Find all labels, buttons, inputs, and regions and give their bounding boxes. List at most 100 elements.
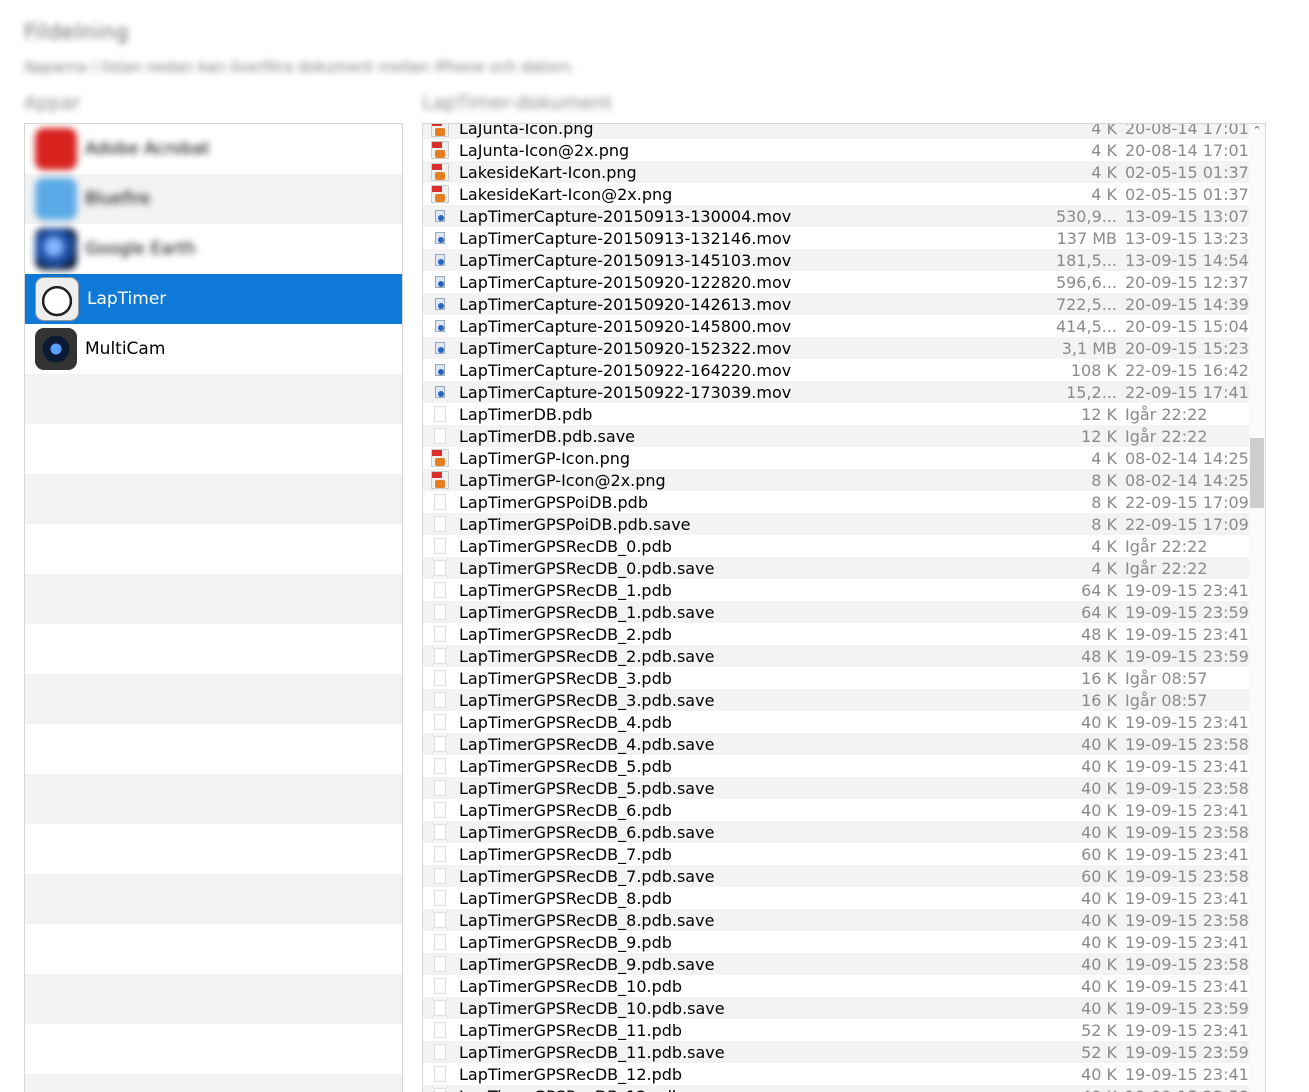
- file-size: 40 K: [1081, 998, 1117, 1018]
- file-name: LapTimerGPSRecDB_4.pdb: [459, 712, 672, 732]
- file-row[interactable]: LapTimerGPSRecDB_4.pdb 40 K 19-09-15 23:41: [423, 711, 1249, 733]
- documents-list-panel: LaJunta-Icon.png 4 K 20-08-14 17:01 LaJunta…: [422, 123, 1266, 1092]
- file-row[interactable]: LapTimerCapture-20150920-142613.mov 722,5…: [423, 293, 1249, 315]
- file-name: LaJunta-Icon@2x.png: [459, 140, 630, 160]
- file-size: 530,9...: [1055, 206, 1117, 226]
- file-row[interactable]: LapTimerGPSRecDB_1.pdb 64 K 19-09-15 23:41: [423, 579, 1249, 601]
- file-row[interactable]: LapTimerGPSRecDB_10.pdb.save 40 K 19-09-15…: [423, 997, 1249, 1019]
- file-row[interactable]: LapTimerGPSRecDB_2.pdb.save 48 K 19-09-15 …: [423, 645, 1249, 667]
- file-row[interactable]: LapTimerGPSRecDB_9.pdb.save 40 K 19-09-15 …: [423, 953, 1249, 975]
- app-item-laptimer[interactable]: LapTimer: [25, 274, 402, 324]
- file-row[interactable]: LapTimerCapture-20150913-132146.mov 137 M…: [423, 227, 1249, 249]
- file-row[interactable]: LapTimerGPSRecDB_11.pdb.save 52 K 19-09-15…: [423, 1041, 1249, 1063]
- document-icon: [431, 801, 449, 819]
- file-date: 22-09-15 17:41: [1125, 382, 1249, 402]
- file-row[interactable]: LapTimerGPSRecDB_11.pdb 52 K 19-09-15 23:4…: [423, 1019, 1249, 1041]
- file-row[interactable]: LapTimerCapture-20150913-130004.mov 530,9…: [423, 205, 1249, 227]
- apps-list: Adobe Acrobat Bluefire Google Earth LapTime…: [24, 123, 403, 1092]
- movie-file-icon: [431, 229, 449, 247]
- file-date: 20-09-15 15:04: [1125, 316, 1249, 336]
- file-date: 20-08-14 17:01: [1125, 123, 1249, 138]
- movie-file-icon: [431, 361, 449, 379]
- file-size: 4 K: [1091, 558, 1117, 578]
- file-date: 19-09-15 23:41: [1125, 1064, 1249, 1084]
- document-icon: [431, 735, 449, 753]
- file-row[interactable]: LaJunta-Icon@2x.png 4 K 20-08-14 17:01: [423, 139, 1249, 161]
- file-row[interactable]: LapTimerCapture-20150922-173039.mov 15,2.…: [423, 381, 1249, 403]
- scrollbar-thumb[interactable]: [1250, 438, 1264, 508]
- app-label: MultiCam: [85, 339, 166, 359]
- file-row[interactable]: LapTimerGP-Icon.png 4 K 08-02-14 14:25: [423, 447, 1249, 469]
- document-icon: [431, 889, 449, 907]
- empty-row: [25, 674, 402, 724]
- document-icon: [431, 933, 449, 951]
- file-row[interactable]: LakesideKart-Icon.png 4 K 02-05-15 01:37: [423, 161, 1249, 183]
- file-row[interactable]: LapTimerDB.pdb 12 K Igår 22:22: [423, 403, 1249, 425]
- file-name: LapTimerCapture-20150920-142613.mov: [459, 294, 792, 314]
- scroll-up-icon[interactable]: ⌃: [1250, 124, 1264, 138]
- file-row[interactable]: LapTimerDB.pdb.save 12 K Igår 22:22: [423, 425, 1249, 447]
- file-row[interactable]: LapTimerGP-Icon@2x.png 8 K 08-02-14 14:25: [423, 469, 1249, 491]
- file-date: 19-09-15 23:41: [1125, 712, 1249, 732]
- file-row[interactable]: LapTimerGPSRecDB_5.pdb 40 K 19-09-15 23:41: [423, 755, 1249, 777]
- file-date: 19-09-15 23:41: [1125, 580, 1249, 600]
- file-date: 19-09-15 23:59: [1125, 1042, 1249, 1062]
- file-row[interactable]: LapTimerGPSRecDB_7.pdb 60 K 19-09-15 23:41: [423, 843, 1249, 865]
- file-row[interactable]: LapTimerGPSRecDB_7.pdb.save 60 K 19-09-15 …: [423, 865, 1249, 887]
- app-item-bluefire[interactable]: Bluefire: [25, 174, 402, 224]
- file-size: 40 K: [1081, 734, 1117, 754]
- file-row[interactable]: LapTimerGPSRecDB_8.pdb.save 40 K 19-09-15 …: [423, 909, 1249, 931]
- file-row[interactable]: LapTimerGPSRecDB_8.pdb 40 K 19-09-15 23:41: [423, 887, 1249, 909]
- file-name: LapTimerGPSRecDB_3.pdb: [459, 668, 672, 688]
- file-date: Igår 22:22: [1125, 404, 1208, 424]
- app-item-multicam[interactable]: MultiCam: [25, 324, 402, 374]
- file-row[interactable]: LapTimerGPSRecDB_6.pdb.save 40 K 19-09-15 …: [423, 821, 1249, 843]
- file-row[interactable]: LapTimerCapture-20150920-122820.mov 596,6…: [423, 271, 1249, 293]
- multicam-icon: [35, 328, 77, 370]
- file-name: LaJunta-Icon.png: [459, 123, 594, 138]
- document-icon: [431, 1043, 449, 1061]
- app-item-google-earth[interactable]: Google Earth: [25, 224, 402, 274]
- file-row[interactable]: LapTimerCapture-20150920-152322.mov 3,1 M…: [423, 337, 1249, 359]
- file-size: 596,6...: [1055, 272, 1117, 292]
- file-size: 722,5...: [1055, 294, 1117, 314]
- file-row[interactable]: LapTimerGPSRecDB_12.pdb.save40 K19-09-15…: [423, 1085, 1249, 1092]
- file-size: 48 K: [1081, 624, 1117, 644]
- file-date: 20-09-15 14:39: [1125, 294, 1249, 314]
- empty-row: [25, 724, 402, 774]
- file-name: LapTimerGPSRecDB_4.pdb.save: [459, 734, 715, 754]
- empty-row: [25, 1024, 402, 1074]
- file-name: LapTimerCapture-20150920-152322.mov: [459, 338, 792, 358]
- file-name: LapTimerGPSPoiDB.pdb: [459, 492, 648, 512]
- file-row[interactable]: LapTimerGPSRecDB_5.pdb.save 40 K 19-09-15 …: [423, 777, 1249, 799]
- file-row[interactable]: LapTimerCapture-20150913-145103.mov 181,5…: [423, 249, 1249, 271]
- file-size: 64 K: [1081, 602, 1117, 622]
- file-row[interactable]: LapTimerGPSRecDB_10.pdb 40 K 19-09-15 23:4…: [423, 975, 1249, 997]
- file-row[interactable]: LapTimerGPSRecDB_1.pdb.save 64 K 19-09-15 …: [423, 601, 1249, 623]
- file-row[interactable]: LapTimerGPSRecDB_9.pdb 40 K 19-09-15 23:41: [423, 931, 1249, 953]
- empty-row: [25, 624, 402, 674]
- app-item-adobe-acrobat[interactable]: Adobe Acrobat: [25, 124, 402, 174]
- scrollbar[interactable]: ⌃: [1249, 124, 1265, 1092]
- file-row[interactable]: LapTimerGPSRecDB_0.pdb 4 K Igår 22:22: [423, 535, 1249, 557]
- file-row[interactable]: LapTimerGPSRecDB_3.pdb 16 K Igår 08:57: [423, 667, 1249, 689]
- file-row[interactable]: LapTimerCapture-20150920-145800.mov 414,5…: [423, 315, 1249, 337]
- file-date: Igår 22:22: [1125, 426, 1208, 446]
- empty-row: [25, 1074, 402, 1092]
- file-row[interactable]: LapTimerGPSRecDB_4.pdb.save 40 K 19-09-15 …: [423, 733, 1249, 755]
- file-row[interactable]: LakesideKart-Icon@2x.png 4 K 02-05-15 01:3…: [423, 183, 1249, 205]
- file-row[interactable]: LapTimerGPSRecDB_0.pdb.save 4 K Igår 22:22: [423, 557, 1249, 579]
- file-row[interactable]: LapTimerCapture-20150922-164220.mov 108 K…: [423, 359, 1249, 381]
- file-row[interactable]: LaJunta-Icon.png 4 K 20-08-14 17:01: [423, 123, 1249, 139]
- file-row[interactable]: LapTimerGPSRecDB_3.pdb.save 16 K Igår 08:5…: [423, 689, 1249, 711]
- file-date: 08-02-14 14:25: [1125, 470, 1249, 490]
- document-icon: [431, 1087, 449, 1092]
- file-date: 02-05-15 01:37: [1125, 184, 1249, 204]
- file-row[interactable]: LapTimerGPSRecDB_2.pdb 48 K 19-09-15 23:41: [423, 623, 1249, 645]
- file-row[interactable]: LapTimerGPSRecDB_6.pdb 40 K 19-09-15 23:41: [423, 799, 1249, 821]
- document-icon: [431, 977, 449, 995]
- file-name: LapTimerGPSRecDB_9.pdb.save: [459, 954, 715, 974]
- file-row[interactable]: LapTimerGPSPoiDB.pdb.save 8 K 22-09-15 17:…: [423, 513, 1249, 535]
- file-row[interactable]: LapTimerGPSPoiDB.pdb 8 K 22-09-15 17:09: [423, 491, 1249, 513]
- file-row[interactable]: LapTimerGPSRecDB_12.pdb 40 K 19-09-15 23:4…: [423, 1063, 1249, 1085]
